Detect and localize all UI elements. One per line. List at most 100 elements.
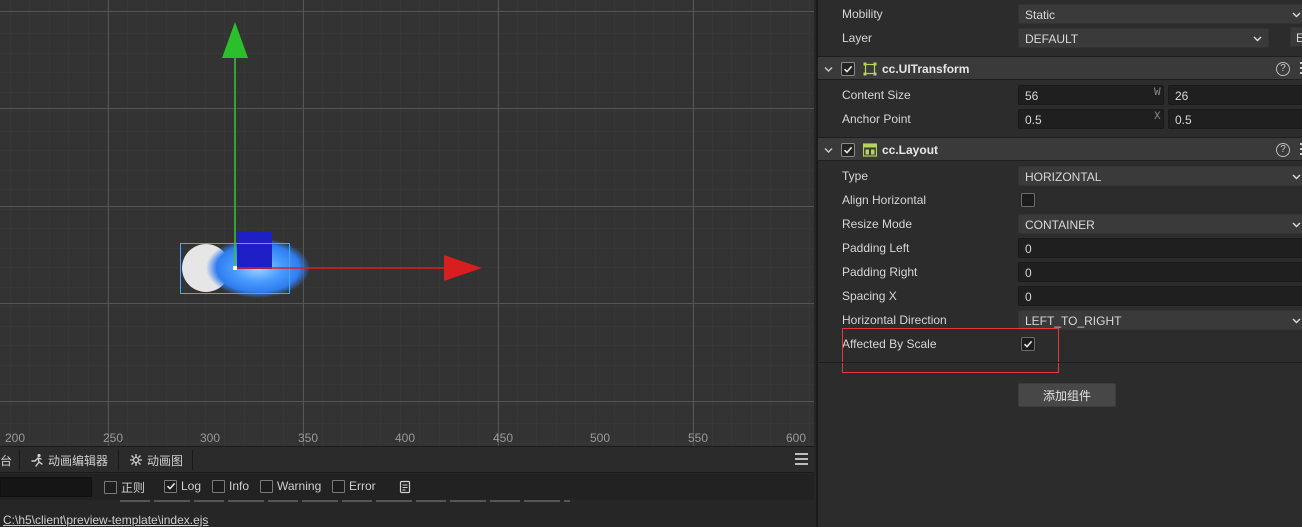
prop-label: Align Horizontal xyxy=(842,193,927,207)
ruler-label: 450 xyxy=(493,431,514,445)
filter-label: Info xyxy=(229,479,250,493)
help-icon[interactable]: ? xyxy=(1276,62,1290,76)
input-value: 0.5 xyxy=(1025,113,1042,127)
console-panel: 台 动画编辑器 动画图 正则 Log Info Warning Error C:… xyxy=(0,446,814,527)
add-component-button[interactable]: 添加组件 xyxy=(1018,383,1116,407)
content-size-width-input[interactable]: 56 xyxy=(1018,85,1164,105)
input-value: 0.5 xyxy=(1175,113,1192,127)
select-value: CONTAINER xyxy=(1025,218,1095,232)
prop-label: Spacing X xyxy=(842,289,897,303)
filter-info-checkbox[interactable]: Info xyxy=(212,479,249,493)
input-value: 56 xyxy=(1025,89,1039,103)
component-header-uitransform[interactable]: cc.UITransform ? xyxy=(818,56,1302,80)
checkmark-icon xyxy=(843,146,853,154)
blue-square-sprite[interactable] xyxy=(237,231,272,269)
prop-label: Padding Left xyxy=(842,241,910,255)
filter-warning-checkbox[interactable]: Warning xyxy=(260,479,321,493)
prop-label: Padding Right xyxy=(842,265,918,279)
log-file-link[interactable]: C:\h5\client\preview-template\index.ejs xyxy=(3,513,208,527)
filter-regex-checkbox[interactable]: 正则 xyxy=(104,479,145,496)
x-unit-label: X xyxy=(1154,111,1161,123)
content-size-height-input[interactable]: 26 xyxy=(1168,85,1302,105)
chevron-down-icon xyxy=(1292,318,1301,324)
anchor-x-input[interactable]: 0.5 xyxy=(1018,109,1164,129)
annotation-highlight-box xyxy=(842,328,1059,373)
prop-layer: Layer DEFAULT xyxy=(818,26,1302,50)
checkbox-box xyxy=(212,479,225,493)
component-enabled-checkbox[interactable] xyxy=(841,143,855,157)
gizmo-origin[interactable] xyxy=(233,266,237,270)
input-value: 0 xyxy=(1025,242,1032,256)
mobility-select[interactable]: Static xyxy=(1018,4,1302,24)
prop-type: Type HORIZONTAL xyxy=(818,164,1302,188)
input-value: 26 xyxy=(1175,89,1189,103)
checkmark-icon xyxy=(164,479,177,493)
select-value: HORIZONTAL xyxy=(1025,170,1102,184)
filter-error-checkbox[interactable]: Error xyxy=(332,479,376,493)
running-figure-icon xyxy=(30,453,44,467)
prop-padding-left: Padding Left 0 xyxy=(818,236,1302,260)
padding-left-input[interactable]: 0 xyxy=(1018,238,1302,258)
panel-menu-icon[interactable] xyxy=(795,453,808,466)
chevron-down-icon xyxy=(1292,174,1301,180)
checkbox-box xyxy=(260,479,273,493)
filter-label: 正则 xyxy=(121,481,146,495)
layer-select[interactable]: DEFAULT xyxy=(1018,28,1269,48)
scene-canvas[interactable] xyxy=(0,0,814,446)
select-value: LEFT_TO_RIGHT xyxy=(1025,314,1122,328)
ruler-label: 250 xyxy=(103,431,124,445)
resize-mode-select[interactable]: CONTAINER xyxy=(1018,214,1302,234)
layout-icon xyxy=(863,143,877,157)
select-value: Static xyxy=(1025,8,1056,22)
prop-align-horizontal: Align Horizontal xyxy=(818,188,1302,212)
filter-label: Error xyxy=(349,479,376,493)
prop-resize-mode: Resize Mode CONTAINER xyxy=(818,212,1302,236)
edit-layer-button[interactable]: Edit xyxy=(1290,27,1302,47)
chevron-down-icon[interactable] xyxy=(824,146,833,155)
chevron-down-icon xyxy=(1292,12,1301,18)
tab-label: 动画图 xyxy=(147,453,184,468)
console-filter-bar: 正则 Log Info Warning Error xyxy=(0,474,814,500)
inspector-panel: Mobility Static Layer DEFAULT Edit cc.UI… xyxy=(816,0,1302,527)
chevron-down-icon[interactable] xyxy=(824,65,833,74)
component-header-layout[interactable]: cc.Layout ? xyxy=(818,137,1302,161)
input-value: 0 xyxy=(1025,266,1032,280)
align-horizontal-checkbox[interactable] xyxy=(1021,193,1035,207)
prop-mobility: Mobility Static xyxy=(818,2,1302,26)
layout-type-select[interactable]: HORIZONTAL xyxy=(1018,166,1302,186)
tab-animation-graph[interactable]: 动画图 xyxy=(123,447,189,473)
component-enabled-checkbox[interactable] xyxy=(841,62,855,76)
checkbox-box xyxy=(104,481,117,494)
filter-label: Log xyxy=(181,479,202,493)
graph-node-icon xyxy=(129,453,143,467)
prop-label: Horizontal Direction xyxy=(842,313,947,327)
width-unit-label: W xyxy=(1154,87,1161,99)
spacing-x-input[interactable]: 0 xyxy=(1018,286,1302,306)
prop-label: Mobility xyxy=(842,7,883,21)
chevron-down-icon xyxy=(1292,222,1301,228)
tab-label: 台 xyxy=(0,453,13,468)
prop-anchor-point: Anchor Point 0.5 X 0.5 Y xyxy=(818,107,1302,131)
ruler-label: 600 xyxy=(786,431,807,445)
padding-right-input[interactable]: 0 xyxy=(1018,262,1302,282)
select-value: DEFAULT xyxy=(1025,32,1079,46)
filter-log-checkbox[interactable]: Log xyxy=(164,479,201,493)
ruler-label: 500 xyxy=(590,431,611,445)
clear-log-icon[interactable] xyxy=(398,480,412,494)
horizontal-direction-select[interactable]: LEFT_TO_RIGHT xyxy=(1018,310,1302,330)
ruler-label: 200 xyxy=(5,431,26,445)
prop-spacing-x: Spacing X 0 xyxy=(818,284,1302,308)
tab-label: 动画编辑器 xyxy=(48,453,109,468)
prop-label: Content Size xyxy=(842,88,911,102)
tab-animation-editor[interactable]: 动画编辑器 xyxy=(24,447,114,473)
help-icon[interactable]: ? xyxy=(1276,143,1290,157)
tab-console[interactable]: 台 xyxy=(0,447,18,473)
log-entry-truncated xyxy=(0,500,814,508)
input-value: 0 xyxy=(1025,290,1032,304)
scene-viewport[interactable]: 200 250 300 350 400 450 500 550 600 xyxy=(0,0,814,446)
console-search-input[interactable] xyxy=(0,477,92,497)
checkbox-box xyxy=(332,479,345,493)
checkmark-icon xyxy=(843,65,853,73)
prop-label: Resize Mode xyxy=(842,217,913,231)
anchor-y-input[interactable]: 0.5 xyxy=(1168,109,1302,129)
